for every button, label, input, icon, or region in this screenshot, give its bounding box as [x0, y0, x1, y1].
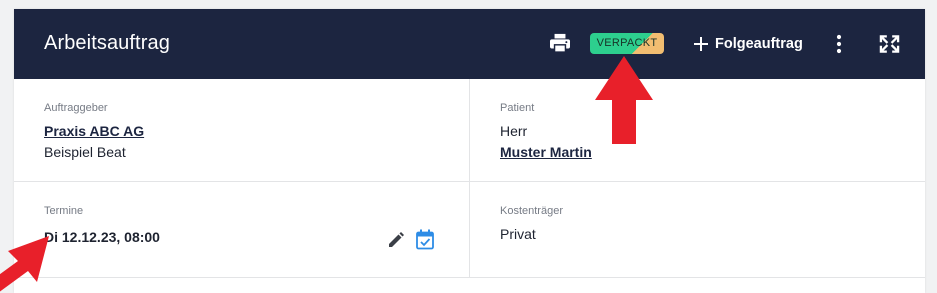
- payer-label: Kostenträger: [500, 205, 563, 217]
- pencil-icon[interactable]: [387, 231, 405, 249]
- fullscreen-icon[interactable]: [879, 34, 900, 54]
- more-vertical-icon[interactable]: [831, 33, 847, 55]
- payer-value: Privat: [500, 226, 536, 242]
- annotation-arrow-diagonal: [0, 236, 49, 292]
- details-grid: Auftraggeber Praxis ABC AG Beispiel Beat…: [14, 79, 925, 293]
- card-header: Arbeitsauftrag VERPACKT Folgeauftrag: [14, 9, 925, 79]
- add-followup-button[interactable]: Folgeauftrag: [694, 33, 803, 55]
- annotation-arrow-up: [595, 56, 653, 144]
- status-badge: VERPACKT: [590, 33, 664, 54]
- followup-label: Folgeauftrag: [715, 36, 803, 52]
- row-divider: [14, 181, 925, 182]
- client-contact: Beispiel Beat: [44, 144, 126, 160]
- page-title: Arbeitsauftrag: [44, 32, 170, 54]
- appointment-date: Di 12.12.23, 08:00: [44, 229, 160, 245]
- client-label: Auftraggeber: [44, 102, 108, 114]
- row-divider: [14, 277, 925, 278]
- work-order-card: Arbeitsauftrag VERPACKT Folgeauftrag Auf…: [14, 9, 925, 293]
- patient-label: Patient: [500, 102, 535, 114]
- print-icon[interactable]: [549, 33, 571, 53]
- plus-icon: [694, 37, 708, 51]
- calendar-check-icon[interactable]: [415, 229, 435, 250]
- appointments-label: Termine: [44, 205, 84, 217]
- column-divider: [469, 79, 470, 277]
- patient-salutation: Herr: [500, 123, 528, 139]
- patient-name-link[interactable]: Muster Martin: [500, 144, 592, 160]
- client-name-link[interactable]: Praxis ABC AG: [44, 123, 144, 139]
